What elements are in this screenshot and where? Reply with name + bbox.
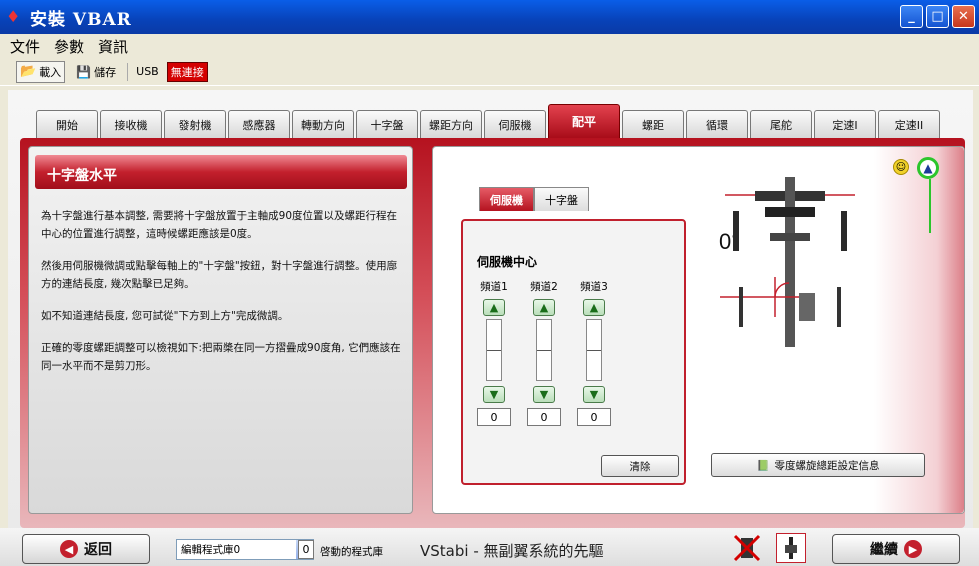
channel-1-down-button[interactable]: ▼ [483,386,505,403]
tab-start[interactable]: 開始 [36,110,98,138]
tab-cyclic[interactable]: 循環 [686,110,748,138]
menu-file[interactable]: 文件 [10,36,40,57]
toolbar-separator [127,62,129,81]
tab-governor-2[interactable]: 定速II [878,110,940,138]
paragraph: 為十字盤進行基本調整, 需要將十字盤放置于主軸成90度位置以及螺距行程在中心的位… [41,210,398,240]
channel-label: 頻道1 [480,281,508,293]
menu-params[interactable]: 參數 [54,36,84,57]
channel-1-up-button[interactable]: ▲ [483,299,505,316]
tab-receiver[interactable]: 接收機 [100,110,162,138]
continue-button[interactable]: 繼續 ▶ [832,534,960,564]
connection-status-badge: 無連接 [166,61,208,82]
continue-label: 繼續 [870,542,898,558]
tab-servo[interactable]: 伺服機 [484,110,546,138]
book-icon: 📗 [756,459,770,472]
tab-governor-1[interactable]: 定速I [814,110,876,138]
tab-swashplate-inner[interactable]: 十字盤 [534,187,589,211]
channel-1-slider[interactable] [486,319,502,381]
channel-2-slider[interactable] [536,319,552,381]
heli-frame-icon[interactable] [776,533,806,563]
library-select[interactable]: 編輯程式庫0 ▼ [176,539,314,560]
close-button[interactable]: ✕ [952,5,975,28]
load-label: 載入 [39,65,62,79]
adjust-panel: 伺服機 十字盤 伺服機中心 頻道1 ▲ ▼ 0 頻道2 ▲ ▼ 0 頻道3 ▲ … [432,146,965,514]
tab-tail[interactable]: 尾舵 [750,110,812,138]
info-button-label: 零度螺旋總距設定信息 [774,459,880,472]
paragraph: 如不知道連結長度, 您可試從"下方到上方"完成微調。 [41,310,289,322]
menu-bar: 文件 參數 資訊 [0,34,979,58]
tab-pitch[interactable]: 螺距 [622,110,684,138]
servo-center-box: 伺服機中心 頻道1 ▲ ▼ 0 頻道2 ▲ ▼ 0 頻道3 ▲ ▼ 0 清除 [461,219,686,485]
helicopter-rotor-image [720,177,855,347]
channel-3-up-button[interactable]: ▲ [583,299,605,316]
channel-2-up-button[interactable]: ▲ [533,299,555,316]
smiley-icon: ☺ [893,159,909,175]
description-text: 為十字盤進行基本調整, 需要將十字盤放置于主軸成90度位置以及螺距行程在中心的位… [41,207,403,389]
load-button[interactable]: 📂 載入 [16,60,66,83]
floppy-icon: 💾 [76,64,92,79]
app-icon: ♦ [6,7,21,26]
save-label: 儲存 [94,65,117,79]
save-button[interactable]: 💾 儲存 [73,62,119,82]
inner-tabs: 伺服機 十字盤 [479,187,589,211]
tab-servo-inner[interactable]: 伺服機 [479,187,534,211]
indicator-line [929,179,931,233]
maximize-button[interactable]: □ [926,5,949,28]
tab-sensor[interactable]: 感應器 [228,110,290,138]
channel-1-value[interactable]: 0 [477,408,511,426]
panel-title: 十字盤水平 [35,155,407,189]
zero-pitch-info-button[interactable]: 📗 零度螺旋總距設定信息 [711,453,925,477]
channel-3-down-button[interactable]: ▼ [583,386,605,403]
channel-2-control: 頻道2 ▲ ▼ 0 [527,279,561,426]
channel-3-value[interactable]: 0 [577,408,611,426]
servo-center-title: 伺服機中心 [477,255,538,269]
tab-trim[interactable]: 配平 [548,104,620,138]
back-label: 返回 [84,542,112,558]
paragraph: 正確的零度螺距調整可以檢視如下:把兩槳在同一方摺疊成90度角, 它們應該在同一水… [41,342,401,372]
channel-3-slider[interactable] [586,319,602,381]
channel-1-control: 頻道1 ▲ ▼ 0 [477,279,511,426]
window-title: 安裝 VBAR [30,9,132,30]
channel-label: 頻道2 [530,281,558,293]
usb-label: USB [136,65,159,78]
tab-transmitter[interactable]: 發射機 [164,110,226,138]
slogan-text: VStabi - 無副翼系統的先驅 [420,542,604,560]
graduation-cap-icon[interactable]: ▲ [917,157,939,179]
tab-pitch-direction[interactable]: 螺距方向 [420,110,482,138]
main-tabs: 開始 接收機 發射機 感應器 轉動方向 十字盤 螺距方向 伺服機 配平 螺距 循… [36,104,940,138]
channel-2-value[interactable]: 0 [527,408,561,426]
toolbar: 📂 載入 💾 儲存 USB 無連接 [0,58,979,86]
clear-button[interactable]: 清除 [601,455,679,477]
title-bar: ♦ 安裝 VBAR _ □ ✕ [0,0,979,34]
channel-3-control: 頻道3 ▲ ▼ 0 [577,279,611,426]
description-panel: 十字盤水平 為十字盤進行基本調整, 需要將十字盤放置于主軸成90度位置以及螺距行… [28,146,413,514]
channel-2-down-button[interactable]: ▼ [533,386,555,403]
tab-swashplate[interactable]: 十字盤 [356,110,418,138]
library-select-value: 編輯程式庫0 [181,544,241,556]
disconnect-icon[interactable] [732,533,762,563]
folder-icon: 📂 [20,64,37,79]
forward-arrow-icon: ▶ [904,540,922,558]
active-library-counter: 0 [298,540,314,559]
back-arrow-icon: ◀ [60,540,78,558]
minimize-button[interactable]: _ [900,5,923,28]
menu-info[interactable]: 資訊 [98,36,128,57]
tab-rotation[interactable]: 轉動方向 [292,110,354,138]
channel-label: 頻道3 [580,281,608,293]
back-button[interactable]: ◀ 返回 [22,534,150,564]
active-library-label: 啓動的程式庫 [320,546,383,558]
paragraph: 然後用伺服機微調或點擊每軸上的"十字盤"按鈕，對十字盤進行調整。使用廍方的連結長… [41,260,398,290]
